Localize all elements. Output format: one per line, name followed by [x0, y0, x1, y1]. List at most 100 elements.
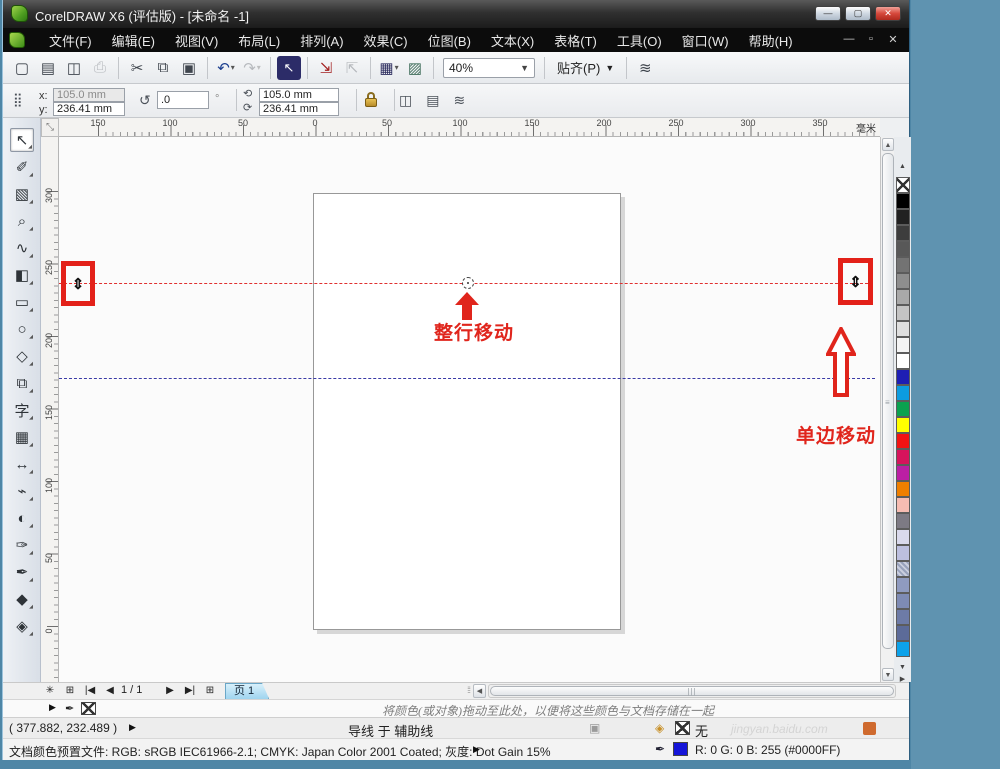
save-icon[interactable]: ◫ — [62, 56, 86, 80]
mdi-close-icon[interactable]: ✕ — [885, 33, 901, 46]
menu-item-3[interactable]: 布局(L) — [228, 28, 290, 53]
menu-item-1[interactable]: 编辑(E) — [102, 28, 165, 53]
color-swatch[interactable] — [896, 225, 910, 241]
color-swatch[interactable] — [896, 369, 910, 385]
menu-item-10[interactable]: 窗口(W) — [672, 28, 739, 53]
blend-tool[interactable]: ◐◢ — [10, 506, 34, 530]
snap-to-button[interactable]: 贴齐(P) ▼ — [550, 56, 621, 79]
close-button[interactable]: ✕ — [875, 6, 901, 21]
add-page-end-icon[interactable]: ⊞ — [201, 684, 219, 698]
color-swatch[interactable] — [896, 609, 910, 625]
last-page-icon[interactable]: ▶| — [181, 684, 199, 698]
drawing-canvas[interactable]: ⇕ ⇕ 整行移动 单边移动 — [59, 137, 880, 682]
color-swatch[interactable] — [896, 257, 910, 273]
guideline-handle-right-icon[interactable]: ⇕ — [849, 273, 862, 291]
profile-flyout-icon[interactable]: ▶ — [473, 744, 480, 755]
guideline-page-icon[interactable]: ▤ — [426, 92, 439, 109]
mdi-minimize-icon[interactable]: — — [841, 33, 857, 45]
color-swatch-none[interactable] — [896, 177, 910, 193]
table-tool[interactable]: ▦◢ — [10, 425, 34, 449]
ellipse-tool[interactable]: ○◢ — [10, 317, 34, 341]
options-icon[interactable]: ≋ — [633, 56, 657, 80]
smart-fill-tool[interactable]: ◧◢ — [10, 263, 34, 287]
guideline-y-field[interactable] — [259, 102, 339, 116]
preset-guides-icon[interactable]: ◫ — [399, 92, 412, 109]
prev-page-icon[interactable]: ◀ — [101, 684, 119, 698]
chevron-down-icon[interactable]: ▾ — [395, 63, 399, 72]
page-tab[interactable]: 页 1 — [225, 683, 269, 699]
color-swatch[interactable] — [896, 529, 910, 545]
color-swatch[interactable] — [896, 433, 910, 449]
maximize-button[interactable]: ▢ — [845, 6, 871, 21]
add-page-icon[interactable]: ⊞ — [61, 684, 79, 698]
fill-tool[interactable]: ◆◢ — [10, 587, 34, 611]
pick-tool[interactable]: ↖◢ — [10, 128, 34, 152]
color-swatch[interactable] — [896, 561, 910, 577]
color-swatch[interactable] — [896, 353, 910, 369]
zoom-tool[interactable]: ⌕◢ — [10, 209, 34, 233]
color-swatch[interactable] — [896, 625, 910, 641]
guideline-x-field[interactable] — [259, 88, 339, 102]
dialog-icon[interactable]: ▣ — [589, 721, 600, 735]
vertical-scroll-thumb[interactable]: ≡ — [882, 153, 894, 649]
chevron-down-icon[interactable]: ▾ — [231, 63, 235, 72]
palette-scroll-up-icon[interactable]: ▲ — [896, 163, 909, 170]
color-swatch[interactable] — [896, 449, 910, 465]
menu-item-5[interactable]: 效果(C) — [354, 28, 418, 53]
menu-item-11[interactable]: 帮助(H) — [739, 28, 803, 53]
horizontal-ruler[interactable]: 毫米 15010050050100150200250300350 — [59, 118, 880, 137]
ruler-origin-icon[interactable]: ⤡ — [41, 118, 59, 137]
scroll-left-icon[interactable]: ◀ — [473, 684, 486, 698]
color-swatch[interactable] — [896, 289, 910, 305]
freehand-tool[interactable]: ∿◢ — [10, 236, 34, 260]
chevron-down-icon[interactable]: ▾ — [257, 63, 261, 72]
fill-none-swatch[interactable] — [675, 721, 690, 735]
fill-bucket-icon[interactable]: ◈ — [655, 721, 664, 735]
color-swatch[interactable] — [896, 385, 910, 401]
horizontal-scroll-thumb[interactable]: ||| — [490, 686, 894, 696]
y-position-field[interactable] — [53, 102, 125, 116]
color-swatch[interactable] — [896, 481, 910, 497]
open-icon[interactable]: ▤ — [36, 56, 60, 80]
scroll-down-icon[interactable]: ▼ — [882, 668, 894, 681]
doc-palette-none-swatch[interactable] — [81, 702, 96, 715]
menu-item-8[interactable]: 表格(T) — [544, 28, 607, 53]
menu-item-6[interactable]: 位图(B) — [418, 28, 481, 53]
outline-pen-icon[interactable]: ✒ — [655, 742, 665, 756]
application-launcher-icon[interactable]: ▦▾ — [377, 56, 401, 80]
color-swatch[interactable] — [896, 545, 910, 561]
palette-scroll-down-icon[interactable]: ▼ — [896, 664, 909, 671]
minimize-button[interactable]: — — [815, 6, 841, 21]
guideline-blue-dashed[interactable] — [59, 378, 875, 379]
guideline-handle-left-icon[interactable]: ⇕ — [72, 275, 85, 293]
paste-icon[interactable]: ▣ — [177, 56, 201, 80]
search-content-icon[interactable]: ↖ — [277, 56, 301, 80]
text-tool[interactable]: 字◢ — [10, 398, 34, 422]
color-swatch[interactable] — [896, 241, 910, 257]
color-swatch[interactable] — [896, 577, 910, 593]
next-page-icon[interactable]: ▶ — [161, 684, 179, 698]
color-swatch[interactable] — [896, 513, 910, 529]
new-document-icon[interactable]: ▢ — [10, 56, 34, 80]
rotation-angle-field[interactable] — [157, 91, 209, 109]
scrollbar-splitter-handle[interactable]: ⁞⁞ — [467, 685, 470, 695]
horizontal-scrollbar[interactable]: ||| — [488, 684, 896, 698]
copy-icon[interactable]: ⧉ — [151, 56, 175, 80]
color-swatch[interactable] — [896, 337, 910, 353]
color-swatch[interactable] — [896, 305, 910, 321]
outline-color-swatch[interactable] — [673, 742, 688, 756]
interactive-fill-tool[interactable]: ◈◢ — [10, 614, 34, 638]
color-swatch[interactable] — [896, 209, 910, 225]
mdi-restore-icon[interactable]: ▫ — [863, 33, 879, 45]
color-swatch[interactable] — [896, 417, 910, 433]
color-swatch[interactable] — [896, 193, 910, 209]
menu-item-4[interactable]: 排列(A) — [290, 28, 353, 53]
cut-icon[interactable]: ✂ — [125, 56, 149, 80]
navigator-options-icon[interactable]: ✳ — [43, 684, 57, 698]
menu-item-2[interactable]: 视图(V) — [165, 28, 228, 53]
connector-tool[interactable]: ⌁◢ — [10, 479, 34, 503]
eyedropper-tool[interactable]: ✑◢ — [10, 533, 34, 557]
guideline-rotation-handle[interactable] — [462, 277, 474, 289]
polygon-tool[interactable]: ◇◢ — [10, 344, 34, 368]
vertical-scrollbar[interactable]: ▲ ≡ ▼ — [880, 137, 894, 682]
